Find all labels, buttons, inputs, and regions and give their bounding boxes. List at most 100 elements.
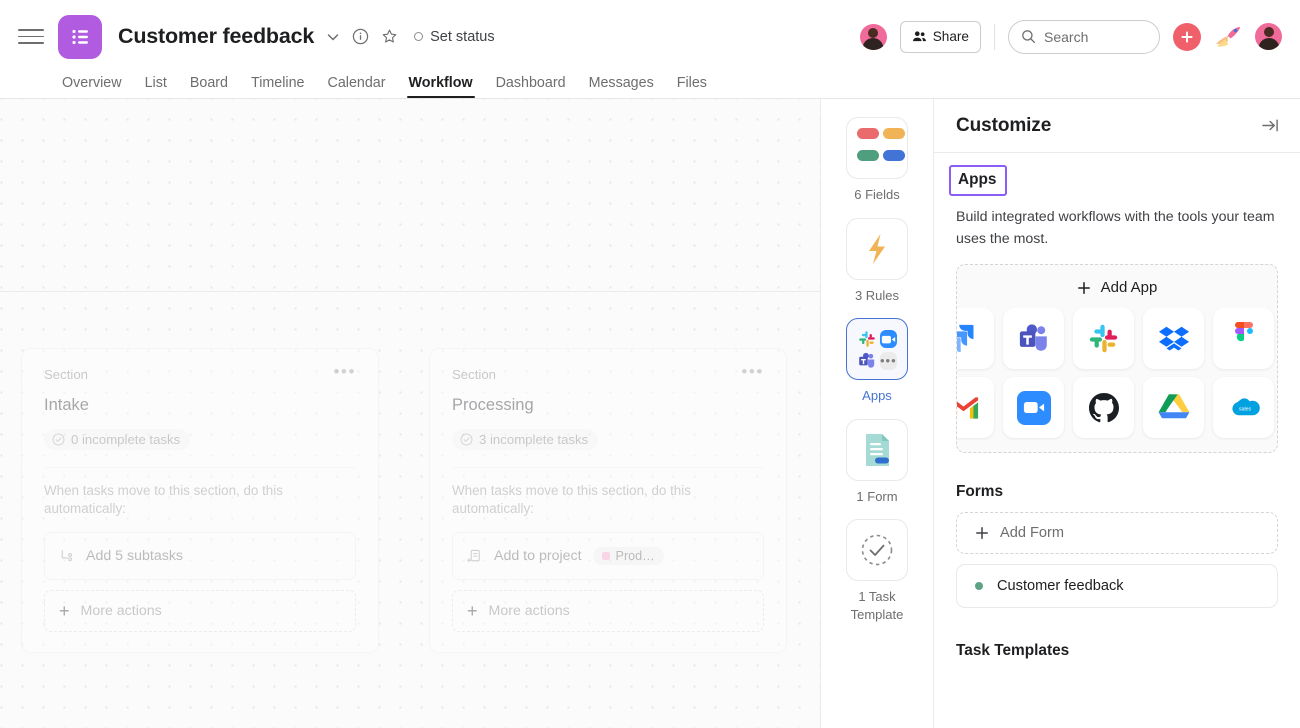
more-apps-icon: ••• [880, 352, 897, 370]
collapse-panel-right-icon[interactable] [1261, 117, 1280, 134]
status-dot-icon [414, 32, 423, 41]
share-button[interactable]: Share [900, 21, 981, 53]
automation-action-add-to-project[interactable]: Add to project Prod… [452, 532, 764, 580]
automation-hint: When tasks move to this section, do this… [452, 482, 764, 518]
tab-calendar[interactable]: Calendar [328, 75, 386, 98]
rail-tile-label: 3 Rules [855, 287, 899, 305]
salesforce-icon[interactable]: sales [1213, 377, 1274, 438]
rail-tile-label: Apps [862, 387, 892, 405]
section-title: Processing [452, 396, 764, 415]
workflow-connector-line [0, 291, 820, 292]
search-input[interactable]: Search [1008, 20, 1160, 54]
rocket-icon[interactable] [1214, 25, 1242, 49]
incomplete-tasks-badge: 3 incomplete tasks [452, 429, 598, 450]
create-button[interactable] [1173, 23, 1201, 51]
zoom-icon [880, 330, 897, 348]
more-actions-button-intake[interactable]: + More actions [44, 590, 356, 632]
tab-workflow[interactable]: Workflow [409, 75, 473, 98]
apps-section-heading[interactable]: Apps [949, 165, 1007, 196]
gmail-icon[interactable] [957, 377, 994, 438]
section-kicker: Section [44, 367, 88, 382]
slack-icon [858, 330, 876, 348]
form-item-label: Customer feedback [997, 578, 1124, 594]
more-actions-button-processing[interactable]: + More actions [452, 590, 764, 632]
project-list-icon[interactable] [58, 15, 102, 59]
form-document-icon [846, 419, 908, 481]
tab-list[interactable]: List [145, 75, 167, 98]
rail-tile-form[interactable]: 1 Form [846, 419, 908, 506]
figma-icon[interactable] [1213, 308, 1274, 369]
rail-tile-label: 6 Fields [854, 186, 900, 204]
tab-board[interactable]: Board [190, 75, 228, 98]
tab-overview[interactable]: Overview [62, 75, 122, 98]
user-avatar[interactable] [1255, 23, 1282, 50]
share-label: Share [933, 29, 969, 44]
google-drive-icon[interactable] [1143, 377, 1204, 438]
rail-tile-apps[interactable]: ••• Apps [846, 318, 908, 405]
plus-icon [1180, 30, 1194, 44]
page-title: Customer feedback [118, 24, 314, 49]
search-icon [1021, 29, 1036, 44]
tab-messages[interactable]: Messages [589, 75, 654, 98]
customize-tile-rail: 6 Fields 3 Rules [820, 99, 933, 728]
project-chip-label: Prod… [616, 549, 655, 563]
incomplete-tasks-label: 3 incomplete tasks [479, 432, 588, 447]
member-avatar[interactable] [860, 24, 887, 50]
rail-tile-label: 1 Task Template [837, 588, 917, 623]
section-title: Intake [44, 396, 356, 415]
tab-dashboard[interactable]: Dashboard [496, 75, 566, 98]
plus-icon: + [59, 604, 70, 618]
automation-action-add-subtasks[interactable]: Add 5 subtasks [44, 532, 356, 580]
zoom-icon[interactable] [1003, 377, 1064, 438]
rail-tile-task-template[interactable]: 1 Task Template [837, 519, 917, 623]
project-title-group: Customer feedback Set status [118, 24, 495, 49]
info-circle-icon[interactable] [352, 28, 369, 45]
project-chip[interactable]: Prod… [593, 547, 664, 565]
chevron-down-icon[interactable] [326, 30, 340, 44]
rail-tile-fields[interactable]: 6 Fields [846, 117, 908, 204]
jira-icon[interactable] [957, 308, 994, 369]
section-card-intake[interactable]: Section ••• Intake 0 incomplete tasks Wh… [21, 348, 379, 653]
app-tiles-row-2: sales [957, 377, 1277, 440]
form-status-dot [975, 582, 983, 590]
app-root: Customer feedback Set status [0, 0, 1300, 728]
section-card-processing[interactable]: Section ••• Processing 3 incomplete task… [429, 348, 787, 653]
svg-text:sales: sales [1239, 406, 1252, 412]
rail-tile-rules[interactable]: 3 Rules [846, 218, 908, 305]
customize-panel: Customize Apps Build integrated workflow… [933, 99, 1300, 728]
ellipsis-icon[interactable]: ••• [333, 367, 356, 377]
rail-tile-label: 1 Form [856, 488, 897, 506]
view-tabs: Overview List Board Timeline Calendar Wo… [0, 73, 1300, 99]
add-app-label: Add App [1101, 279, 1158, 296]
microsoft-teams-icon [858, 352, 876, 370]
forms-section-heading: Forms [956, 483, 1278, 501]
slack-icon[interactable] [1073, 308, 1134, 369]
incomplete-tasks-badge: 0 incomplete tasks [44, 429, 190, 450]
customize-title: Customize [956, 115, 1051, 137]
lightning-bolt-icon [846, 218, 908, 280]
add-to-project-icon [467, 548, 483, 564]
hamburger-icon[interactable] [18, 24, 44, 50]
dropbox-icon[interactable] [1143, 308, 1204, 369]
search-placeholder: Search [1044, 29, 1088, 45]
microsoft-teams-icon[interactable] [1003, 308, 1064, 369]
automation-action-label: Add to project [494, 548, 582, 564]
apps-dropzone[interactable]: Add App [956, 264, 1278, 453]
tab-files[interactable]: Files [677, 75, 707, 98]
form-list-item-customer-feedback[interactable]: Customer feedback [956, 564, 1278, 608]
tab-timeline[interactable]: Timeline [251, 75, 305, 98]
add-form-label: Add Form [1000, 525, 1064, 541]
add-app-button[interactable]: Add App [957, 279, 1277, 308]
set-status-button[interactable]: Set status [414, 29, 494, 45]
top-bar-actions: Share Search [860, 20, 1282, 54]
customize-panel-content[interactable]: Apps Build integrated workflows with the… [934, 153, 1300, 728]
add-form-button[interactable]: Add Form [956, 512, 1278, 554]
apps-section-header-wrap: Apps [956, 167, 1007, 196]
workflow-canvas[interactable]: Section ••• Intake 0 incomplete tasks Wh… [0, 99, 820, 728]
main-body: Section ••• Intake 0 incomplete tasks Wh… [0, 99, 1300, 728]
star-outline-icon[interactable] [381, 28, 398, 45]
ellipsis-icon[interactable]: ••• [741, 367, 764, 377]
divider [994, 24, 995, 50]
github-icon[interactable] [1073, 377, 1134, 438]
set-status-label: Set status [430, 29, 494, 45]
